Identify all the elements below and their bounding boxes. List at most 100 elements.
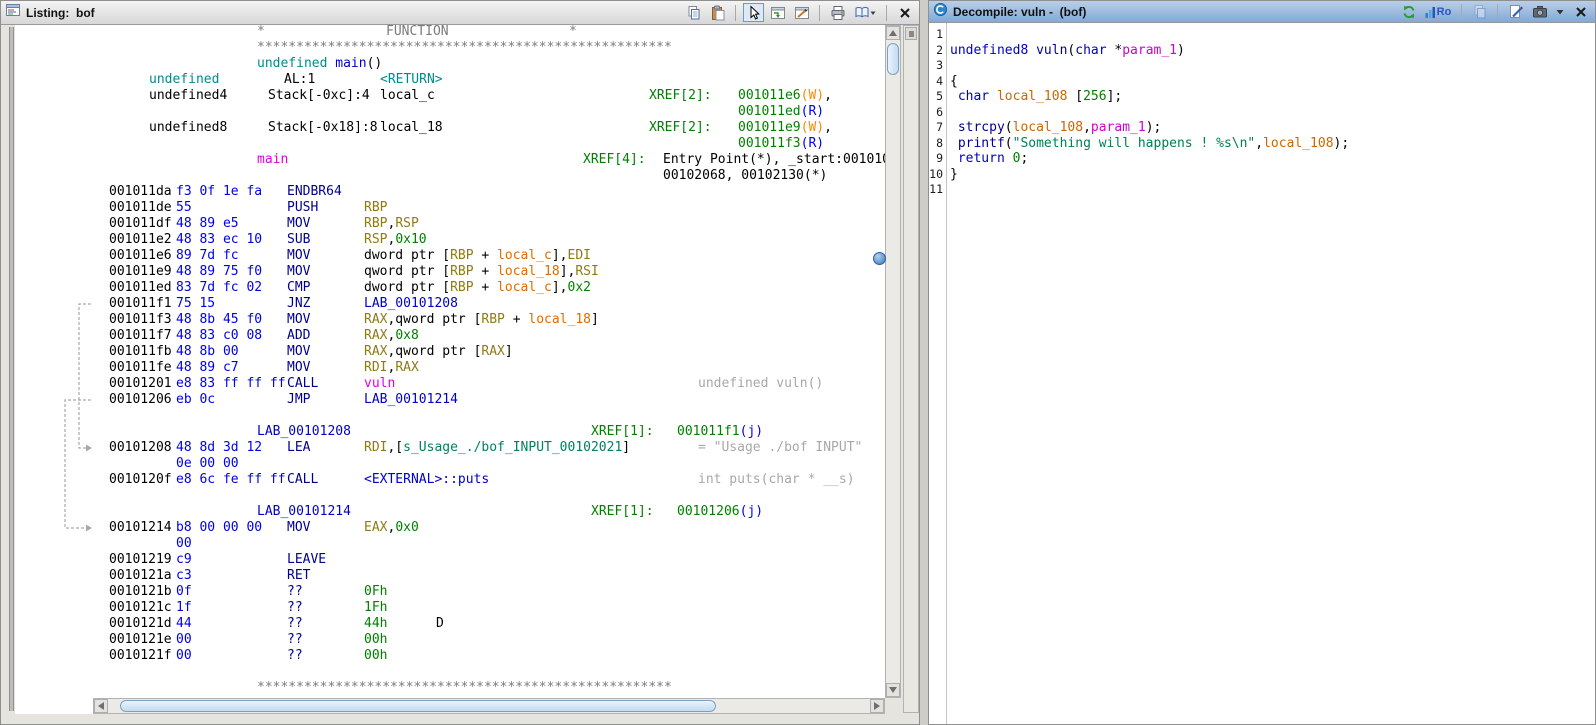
code-line[interactable]: strcpy(local_108,param_1); xyxy=(950,120,1595,136)
decompile-close-button[interactable] xyxy=(1570,2,1591,21)
listing-row[interactable]: 001011fe48 89 c7MOVRDI,RAX xyxy=(93,360,885,376)
listing-row[interactable]: 001011e948 89 75 f0MOVqword ptr [RBP + l… xyxy=(93,264,885,280)
left-margin-strip[interactable] xyxy=(9,27,14,711)
listing-row[interactable]: 00 xyxy=(93,536,885,552)
paste-button[interactable] xyxy=(707,3,728,22)
listing-row[interactable]: 0010121c1f??1Fh xyxy=(93,600,885,616)
code-line[interactable]: char local_108 [256]; xyxy=(950,89,1595,105)
listing-row[interactable]: 0010121d44??44hD xyxy=(93,616,885,632)
listing-field: 001011df xyxy=(109,216,172,232)
listing-field: 001011e9 xyxy=(109,264,172,280)
panel-splitter[interactable] xyxy=(920,0,928,725)
toolbar-separator xyxy=(1461,4,1462,20)
listing-field: XREF[1]: xyxy=(591,504,654,520)
listing-row[interactable]: 0010121f00??00h xyxy=(93,648,885,664)
print-button[interactable] xyxy=(827,3,848,22)
scroll-down-button[interactable] xyxy=(886,683,900,697)
listing-row[interactable]: 001011ed(R) xyxy=(93,104,885,120)
listing-row[interactable]: 001011f175 15JNZLAB_00101208 xyxy=(93,296,885,312)
toggle-fields-button[interactable] xyxy=(767,3,788,22)
listing-row[interactable]: undefined main() xyxy=(93,56,885,72)
listing-horizontal-scrollbar[interactable] xyxy=(93,698,885,714)
edit-fields-button[interactable] xyxy=(791,3,812,22)
listing-field: 0f xyxy=(176,584,192,600)
horizontal-scroll-thumb[interactable] xyxy=(120,700,716,712)
overview-header-button[interactable] xyxy=(905,27,917,40)
listing-vertical-scrollbar[interactable] xyxy=(885,25,901,698)
listing-row[interactable]: 001011fb48 8b 00MOVRAX,qword ptr [RAX] xyxy=(93,344,885,360)
decompile-window-icon xyxy=(933,2,948,22)
vertical-scroll-thumb[interactable] xyxy=(887,43,899,75)
listing-row[interactable]: 001011df48 89 e5MOVRBP,RSP xyxy=(93,216,885,232)
listing-field: FUNCTION xyxy=(386,25,449,40)
decompiled-source[interactable]: undefined8 vuln(char *param_1) { char loc… xyxy=(948,23,1595,724)
refresh-button[interactable] xyxy=(1398,2,1419,21)
listing-row[interactable]: 00101206eb 0cJMPLAB_00101214 xyxy=(93,392,885,408)
listing-row[interactable]: *FUNCTION* xyxy=(93,25,885,40)
listing-row[interactable]: 001011f3(R) xyxy=(93,136,885,152)
graph-ro-button[interactable]: Ro xyxy=(1422,2,1454,21)
listing-row[interactable]: 001011de55PUSHRBP xyxy=(93,200,885,216)
scroll-up-button[interactable] xyxy=(886,26,900,40)
listing-row[interactable]: LAB_00101214XREF[1]:00101206(j) xyxy=(93,504,885,520)
listing-row[interactable]: undefined4Stack[-0xc]:4local_cXREF[2]:00… xyxy=(93,88,885,104)
listing-row[interactable]: 0010121e00??00h xyxy=(93,632,885,648)
code-line[interactable]: } xyxy=(950,167,1595,183)
listing-field: b8 00 00 00 xyxy=(176,520,262,536)
listing-row[interactable]: 001011daf3 0f 1e faENDBR64 xyxy=(93,184,885,200)
code-line[interactable] xyxy=(950,58,1595,74)
listing-row[interactable]: 0010121ac3RET xyxy=(93,568,885,584)
toolbar-menu-button[interactable] xyxy=(1553,2,1567,21)
listing-field: c3 xyxy=(176,568,192,584)
listing-row[interactable]: 00101201e8 83 ff ff ffCALLvulnundefined … xyxy=(93,376,885,392)
overview-margin[interactable] xyxy=(903,25,919,713)
listing-field: Stack[-0x18]:8 xyxy=(268,120,378,136)
snapshot-button[interactable] xyxy=(1529,2,1550,21)
copy-icon xyxy=(1472,4,1488,20)
scroll-right-button[interactable] xyxy=(870,699,884,713)
listing-row[interactable]: 001011e248 83 ec 10SUBRSP,0x10 xyxy=(93,232,885,248)
line-number: 5 xyxy=(929,89,943,105)
listing-titlebar[interactable]: Listing: bof xyxy=(1,1,919,25)
listing-row[interactable]: 00102068, 00102130(*) xyxy=(93,168,885,184)
listing-close-button[interactable] xyxy=(894,3,915,22)
code-line[interactable]: { xyxy=(950,74,1595,90)
listing-field: LEA xyxy=(287,440,310,456)
disassembly-listing[interactable]: *FUNCTION*******************************… xyxy=(93,25,885,698)
listing-row[interactable]: undefined8Stack[-0x18]:8local_18XREF[2]:… xyxy=(93,120,885,136)
listing-row[interactable]: mainXREF[4]:Entry Point(*), _start:00101… xyxy=(93,152,885,168)
listing-row[interactable]: 0e 00 00 xyxy=(93,456,885,472)
listing-row[interactable]: 001011f348 8b 45 f0MOVRAX,qword ptr [RBP… xyxy=(93,312,885,328)
cursor-tool-button[interactable] xyxy=(743,3,764,22)
scroll-left-button[interactable] xyxy=(94,699,108,713)
listing-field: 89 7d fc xyxy=(176,248,239,264)
listing-row[interactable]: 001011e689 7d fcMOVdword ptr [RBP + loca… xyxy=(93,248,885,264)
code-line[interactable]: printf("Something will happens ! %s\n",l… xyxy=(950,136,1595,152)
listing-row[interactable]: 001011ed83 7d fc 02CMPdword ptr [RBP + l… xyxy=(93,280,885,296)
jump-flow-arrows xyxy=(15,25,93,698)
listing-row[interactable]: 00101219c9LEAVE xyxy=(93,552,885,568)
listing-row[interactable]: 0010120848 8d 3d 12LEARDI,[s_Usage_./bof… xyxy=(93,440,885,456)
listing-row[interactable]: ****************************************… xyxy=(93,40,885,56)
copy-button[interactable] xyxy=(683,3,704,22)
code-line[interactable] xyxy=(950,27,1595,43)
copy-button-disabled[interactable] xyxy=(1469,2,1490,21)
listing-field: AL:1 xyxy=(284,72,315,88)
listing-row[interactable]: 0010120fe8 6c fe ff ffCALL<EXTERNAL>::pu… xyxy=(93,472,885,488)
close-icon xyxy=(898,6,912,20)
code-line[interactable]: return 0; xyxy=(950,151,1595,167)
listing-row[interactable]: undefinedAL:1<RETURN> xyxy=(93,72,885,88)
code-line[interactable]: undefined8 vuln(char *param_1) xyxy=(950,43,1595,59)
listing-row[interactable]: 001011f748 83 c0 08ADDRAX,0x8 xyxy=(93,328,885,344)
bookmarks-menu-button[interactable] xyxy=(851,3,879,22)
decompile-titlebar[interactable]: Decompile: vuln - (bof) xyxy=(929,1,1595,23)
edit-signature-button[interactable] xyxy=(1505,2,1526,21)
listing-row[interactable]: ****************************************… xyxy=(93,680,885,696)
listing-row[interactable]: LAB_00101208XREF[1]:001011f1(j) xyxy=(93,424,885,440)
code-line[interactable] xyxy=(950,105,1595,121)
code-line[interactable] xyxy=(950,182,1595,198)
listing-row[interactable]: 00101214b8 00 00 00MOVEAX,0x0 xyxy=(93,520,885,536)
listing-row[interactable]: 0010121b0f??0Fh xyxy=(93,584,885,600)
listing-field: CALL xyxy=(287,376,318,392)
listing-field: 48 89 75 f0 xyxy=(176,264,262,280)
